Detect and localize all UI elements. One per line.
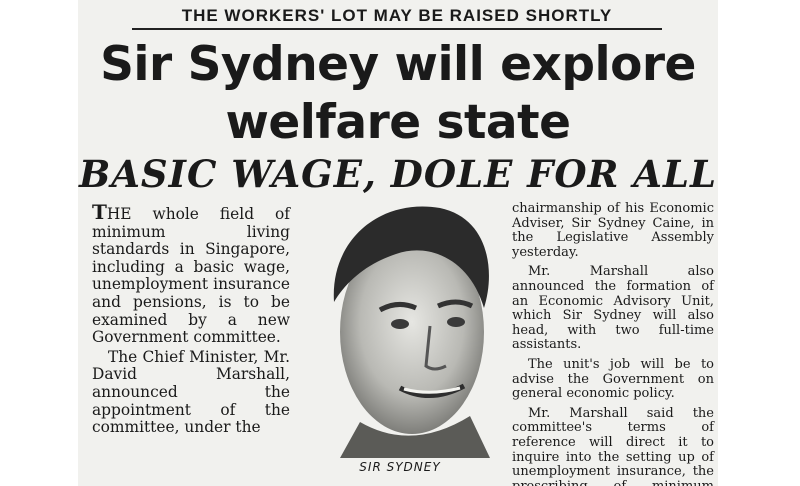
headline-line-1: Sir Sydney will explore (100, 37, 696, 92)
article-paragraph: THE whole field of minimum living standa… (92, 200, 290, 347)
article-paragraph: Mr. Marshall said the committee's terms … (512, 405, 714, 486)
photo-caption: SIR SYDNEY (359, 460, 441, 474)
article-paragraph: Mr. Marshall also announced the formatio… (512, 264, 714, 353)
article-column-left: THE whole field of minimum living standa… (92, 200, 290, 437)
kicker-headline: THE WORKERS' LOT MAY BE RAISED SHORTLY (132, 4, 662, 30)
article-paragraph: The unit's job will be to advise the Gov… (512, 356, 714, 402)
article-paragraph: chairmanship of his Economic Adviser, Si… (512, 201, 714, 260)
drop-cap: T (92, 200, 107, 224)
headline-line-2: welfare state (225, 95, 572, 150)
article-column-right: chairmanship of his Economic Adviser, Si… (512, 201, 714, 486)
article-paragraph: The Chief Minister, Mr. David Marshall, … (92, 347, 290, 437)
newspaper-clipping: THE WORKERS' LOT MAY BE RAISED SHORTLY S… (78, 0, 718, 486)
main-headline: Sir Sydney will explore welfare state (78, 36, 718, 152)
portrait-photo (333, 206, 490, 458)
